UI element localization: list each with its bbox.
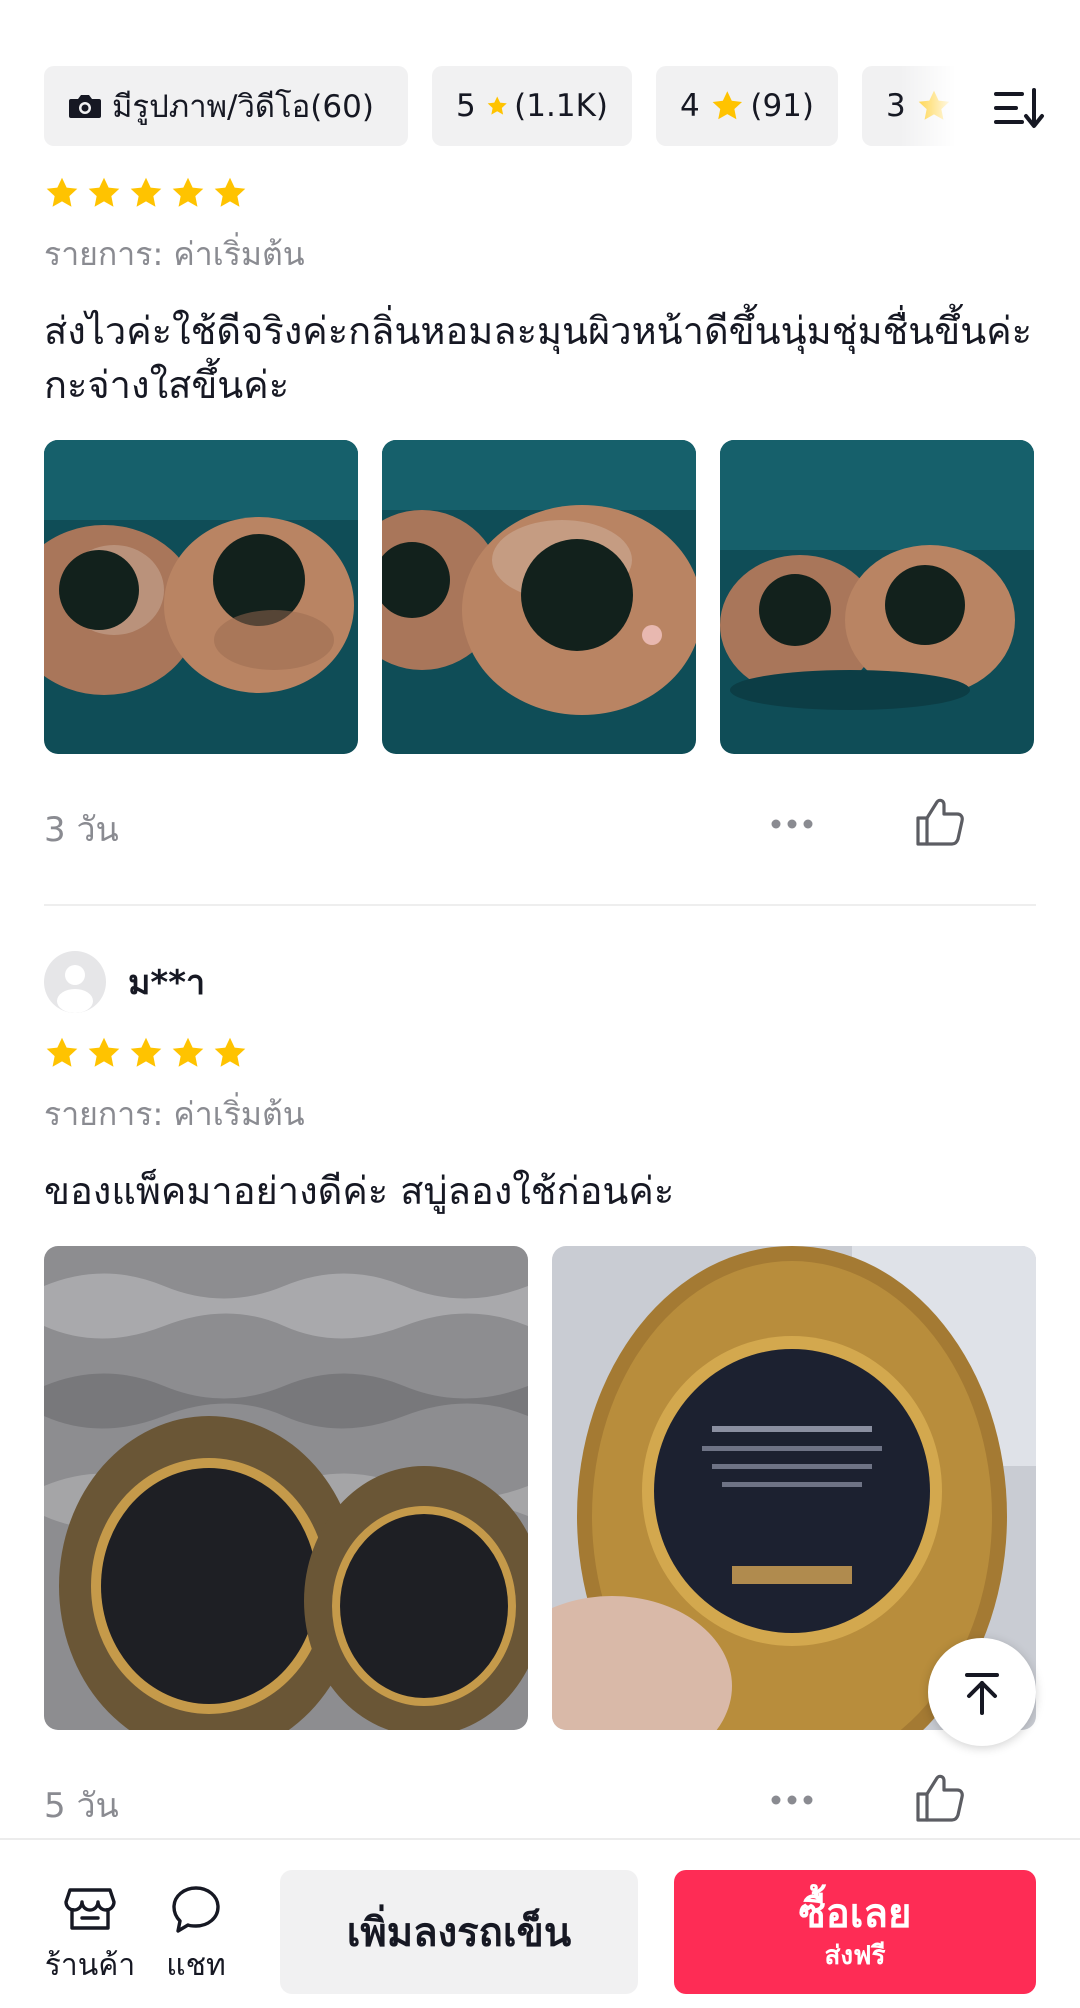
buy-now-label: ซื้อเลย <box>798 1891 912 1937</box>
sort-icon[interactable] <box>990 80 1046 136</box>
star-icon <box>130 1037 162 1067</box>
shop-label: ร้านค้า <box>44 1948 136 1983</box>
filter-chip-with-media[interactable]: มีรูปภาพ/วิดีโอ(60) <box>44 66 408 146</box>
review-filter-bar: มีรูปภาพ/วิดีโอ(60) 5 (1.1K) 4 (91) 3 <box>0 66 1080 148</box>
free-shipping-label: ส่งฟรี <box>824 1941 886 1971</box>
star-icon <box>130 177 162 207</box>
rating-stars <box>44 1034 1036 1072</box>
review-item: รายการ: ค่าเริ่มต้น ส่งไวค่ะใช้ดีจริงค่ะ… <box>44 174 1036 854</box>
filter-chip-count: (91) <box>750 88 814 124</box>
bottom-action-bar: ร้านค้า แชท เพิ่มลงรถเข็น ซื้อเลย ส่งฟรี <box>0 1838 1080 2008</box>
filter-chip-4-star[interactable]: 4 (91) <box>656 66 838 146</box>
review-date: 5 วัน <box>44 1786 119 1826</box>
star-icon <box>88 1037 120 1067</box>
reviewer-name[interactable]: ม**า <box>128 955 205 1009</box>
camera-icon <box>69 95 101 118</box>
star-icon <box>172 1037 204 1067</box>
star-icon <box>46 177 78 207</box>
star-icon <box>712 91 742 120</box>
chat-icon <box>172 1886 220 1933</box>
review-text: ส่งไวค่ะใช้ดีจริงค่ะกลิ่นหอมละมุนผิวหน้า… <box>44 309 1033 407</box>
review-photo[interactable] <box>382 440 696 754</box>
more-options-icon[interactable] <box>767 1780 817 1820</box>
star-icon <box>487 96 507 115</box>
reviewer-row: ม**า <box>44 950 1036 1014</box>
star-icon <box>88 177 120 207</box>
review-variant: รายการ: ค่าเริ่มต้น <box>44 1095 305 1133</box>
star-icon <box>172 177 204 207</box>
review-photos <box>44 440 1036 754</box>
star-icon <box>214 1037 246 1067</box>
shop-button[interactable]: ร้านค้า <box>40 1880 140 1989</box>
thumbs-up-icon[interactable] <box>912 1770 968 1826</box>
filter-chip-rating: 4 <box>680 88 700 124</box>
shop-icon <box>64 1888 116 1930</box>
buy-now-button[interactable]: ซื้อเลย ส่งฟรี <box>674 1870 1036 1994</box>
chips-fade <box>900 66 980 148</box>
filter-chips: มีรูปภาพ/วิดีโอ(60) 5 (1.1K) 4 (91) 3 <box>44 66 964 148</box>
review-meta: 5 วัน <box>44 1770 1036 1830</box>
thumbs-up-icon[interactable] <box>912 794 968 850</box>
review-date: 3 วัน <box>44 810 119 850</box>
filter-chip-rating: 5 <box>456 88 476 124</box>
filter-chip-count: (1.1K) <box>514 88 608 124</box>
scroll-to-top-button[interactable] <box>928 1638 1036 1746</box>
rating-stars <box>44 174 1036 212</box>
star-icon <box>46 1037 78 1067</box>
chat-button[interactable]: แชท <box>146 1880 246 1989</box>
review-photos <box>44 1246 1036 1730</box>
chat-label: แชท <box>166 1948 226 1983</box>
star-icon <box>214 177 246 207</box>
filter-chip-5-star[interactable]: 5 (1.1K) <box>432 66 632 146</box>
review-photo[interactable] <box>44 440 358 754</box>
avatar[interactable] <box>44 951 106 1013</box>
section-title-cutoff <box>0 0 1080 22</box>
filter-chip-label: มีรูปภาพ/วิดีโอ(60) <box>112 89 374 125</box>
more-options-icon[interactable] <box>767 804 817 844</box>
review-text: ของแพ็คมาอย่างดีค่ะ สบู่ลองใช้ก่อนค่ะ <box>44 1169 675 1213</box>
review-item: ม**า รายการ: ค่าเริ่มต้น ของแพ็คมาอย่างด… <box>44 950 1036 1830</box>
arrow-up-icon <box>965 1673 999 1715</box>
review-photo[interactable] <box>720 440 1034 754</box>
review-photo[interactable] <box>44 1246 528 1730</box>
add-to-cart-button[interactable]: เพิ่มลงรถเข็น <box>280 1870 638 1994</box>
review-meta: 3 วัน <box>44 794 1036 854</box>
review-divider <box>44 904 1036 906</box>
review-variant: รายการ: ค่าเริ่มต้น <box>44 235 305 273</box>
